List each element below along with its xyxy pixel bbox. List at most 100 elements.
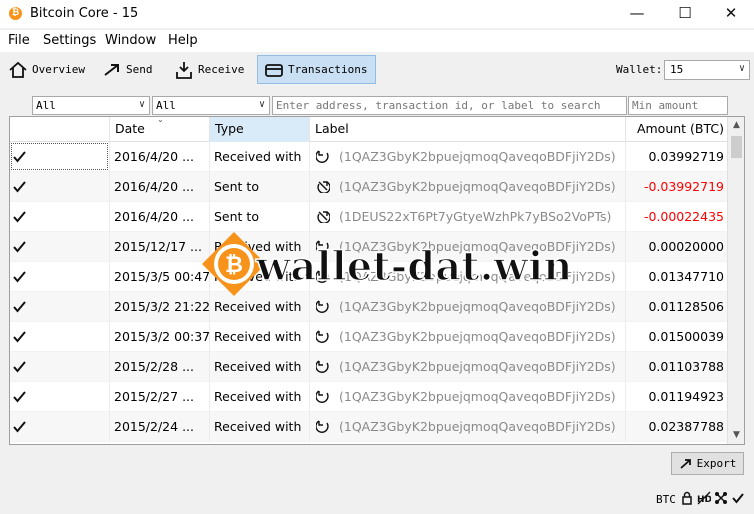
confirmed-check-icon: [13, 299, 26, 314]
vertical-scrollbar[interactable]: ▲ ▼: [727, 117, 744, 444]
date-cell: 2016/4/20 ...: [110, 172, 210, 202]
network-icon[interactable]: [714, 491, 728, 505]
date-cell: 2016/4/20 ...: [110, 142, 210, 172]
scrollbar-thumb[interactable]: [731, 136, 742, 158]
date-cell: 2015/2/27 ...: [110, 382, 210, 412]
date-filter-value: All: [36, 99, 56, 112]
table-row[interactable]: 2016/4/20 ... Sent to (1QAZ3GbyK2bpuejqmoq…: [10, 172, 728, 202]
label-text: (1QAZ3GbyK2bpuejqmoqQaveqoBDFjiY2Ds): [339, 389, 616, 404]
label-text: (1QAZ3GbyK2bpuejqmoqQaveqoBDFjiY2Ds): [339, 419, 616, 434]
confirmed-check-icon: [13, 209, 26, 224]
min-amount-placeholder: Min amount: [632, 99, 699, 112]
export-label: Export: [696, 457, 737, 470]
received-with-icon: [316, 329, 339, 344]
date-cell: 2015/3/2 21:22: [110, 292, 210, 322]
overview-label: Overview: [32, 63, 85, 76]
watermark-logo: ₿ wallet-dat.win: [202, 232, 568, 296]
label-text: (1QAZ3GbyK2bpuejqmoqQaveqoBDFjiY2Ds): [339, 359, 616, 374]
header-status[interactable]: [10, 117, 110, 142]
date-cell: 2016/4/20 ...: [110, 202, 210, 232]
search-placeholder: Enter address, transaction id, or label …: [276, 99, 601, 112]
type-filter-select[interactable]: All ∨: [152, 96, 270, 115]
received-with-icon: [316, 419, 339, 434]
export-button[interactable]: Export: [671, 452, 744, 475]
header-type[interactable]: Type: [210, 117, 310, 142]
type-cell: Received with: [210, 352, 310, 382]
amount-cell: -0.03992719: [643, 179, 724, 194]
table-row[interactable]: 2015/2/28 ... Received with (1QAZ3GbyK2bpu…: [10, 352, 728, 382]
scroll-up-icon[interactable]: ▲: [728, 117, 744, 134]
confirmed-check-icon: [13, 419, 26, 434]
label-text: (1QAZ3GbyK2bpuejqmoqQaveqoBDFjiY2Ds): [339, 299, 616, 314]
status-cell: [10, 262, 110, 292]
type-cell: Received with: [210, 412, 310, 442]
table-row[interactable]: 2015/3/2 00:37 Received with (1QAZ3GbyK2bp…: [10, 322, 728, 352]
transactions-tab[interactable]: Transactions: [257, 55, 376, 84]
confirmed-check-icon: [13, 269, 26, 284]
status-cell: [10, 172, 110, 202]
min-amount-input[interactable]: Min amount: [628, 96, 728, 115]
type-cell: Received with: [210, 382, 310, 412]
amount-cell: 0.01347710: [648, 269, 724, 284]
type-cell: Received with: [210, 142, 310, 172]
table-header: Date ⌄ Type Label Amount (BTC): [10, 117, 728, 142]
confirmed-check-icon: [13, 239, 26, 254]
received-with-icon: [316, 359, 339, 374]
send-button[interactable]: Send: [96, 55, 159, 84]
table-row[interactable]: 2015/2/24 ... Received with (1QAZ3GbyK2bpu…: [10, 412, 728, 442]
title-bar: ₿ Bitcoin Core - 15 — ☐ ✕: [0, 0, 754, 28]
chevron-down-icon: ∨: [258, 99, 265, 110]
status-cell: [10, 292, 110, 322]
confirmed-check-icon: [13, 359, 26, 374]
table-row[interactable]: 2015/2/27 ... Received with (1QAZ3GbyK2bpu…: [10, 382, 728, 412]
confirmed-check-icon: [13, 179, 26, 194]
overview-button[interactable]: Overview: [2, 55, 91, 84]
status-cell: [10, 232, 110, 262]
sent-to-icon: [316, 179, 339, 194]
table-row[interactable]: 2016/4/20 ... Received with (1QAZ3GbyK2bpu…: [10, 142, 728, 172]
sync-check-icon[interactable]: [731, 491, 745, 505]
status-cell: [10, 142, 110, 172]
date-filter-select[interactable]: All ∨: [32, 96, 150, 115]
bitcoin-app-icon: ₿: [9, 7, 22, 20]
amount-cell: 0.01194923: [648, 389, 724, 404]
svg-text:₿: ₿: [225, 253, 243, 278]
amount-cell: 0.00020000: [648, 239, 724, 254]
menu-settings[interactable]: Settings: [43, 33, 96, 48]
minimize-button[interactable]: —: [614, 0, 660, 28]
label-cell: (1QAZ3GbyK2bpuejqmoqQaveqoBDFjiY2Ds): [310, 412, 626, 442]
maximize-button[interactable]: ☐: [662, 0, 708, 28]
menu-help[interactable]: Help: [168, 33, 198, 48]
label-cell: (1QAZ3GbyK2bpuejqmoqQaveqoBDFjiY2Ds): [310, 322, 626, 352]
status-cell: [10, 202, 110, 232]
amount-cell: 0.01128506: [648, 299, 724, 314]
wallet-select[interactable]: 15 ∨: [664, 60, 750, 80]
sent-to-icon: [316, 209, 339, 224]
menu-window[interactable]: Window: [105, 33, 156, 48]
header-amount[interactable]: Amount (BTC): [626, 117, 728, 142]
close-button[interactable]: ✕: [708, 0, 754, 28]
send-label: Send: [126, 63, 153, 76]
status-cell: [10, 382, 110, 412]
receive-label: Receive: [198, 63, 245, 76]
received-with-icon: [316, 389, 339, 404]
unit-label[interactable]: BTC: [656, 493, 676, 506]
type-filter-value: All: [156, 99, 176, 112]
amount-cell: 0.02387788: [648, 419, 724, 434]
status-cell: [10, 352, 110, 382]
status-cell: [10, 412, 110, 442]
receive-button[interactable]: Receive: [168, 55, 250, 84]
header-label[interactable]: Label: [310, 117, 626, 142]
amount-cell: -0.00022435: [643, 209, 724, 224]
received-with-icon: [316, 299, 339, 314]
search-input[interactable]: Enter address, transaction id, or label …: [272, 96, 627, 115]
scroll-down-icon[interactable]: ▼: [728, 427, 744, 444]
wallet-select-value: 15: [670, 63, 684, 76]
sort-caret-icon: ⌄: [157, 116, 164, 124]
send-arrow-icon: [104, 63, 119, 76]
hd-disabled-icon: HD: [697, 491, 711, 505]
menu-file[interactable]: File: [8, 33, 30, 48]
date-cell: 2015/3/5 00:47: [110, 262, 210, 292]
chevron-down-icon: ∨: [738, 63, 745, 74]
type-cell: Sent to: [210, 172, 310, 202]
